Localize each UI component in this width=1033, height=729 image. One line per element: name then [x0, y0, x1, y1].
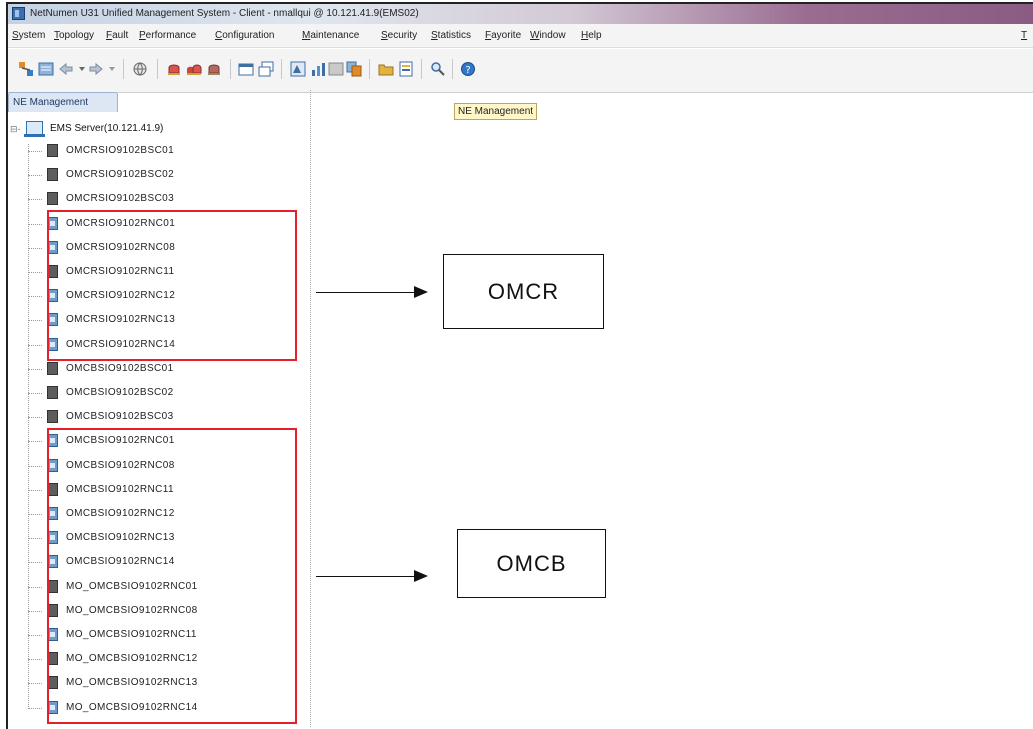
- tree-node-label: OMCRSIO9102BSC03: [66, 193, 175, 205]
- toolbar-separator: [281, 59, 282, 79]
- topology-icon[interactable]: [18, 61, 34, 77]
- tree-branch-line: [28, 538, 42, 540]
- ne-device-icon: [47, 361, 58, 375]
- tree-branch-line: [28, 562, 42, 564]
- folder-icon[interactable]: [378, 61, 394, 77]
- alarm-history-icon[interactable]: [206, 61, 222, 77]
- tree-node-label: OMCBSIO9102BSC01: [66, 362, 174, 374]
- tree-branch-line: [28, 344, 42, 346]
- toolbar-separator: [123, 59, 124, 79]
- tree-node-label: OMCRSIO9102BSC01: [66, 145, 175, 156]
- tree-branch-line: [28, 272, 42, 273]
- pane-splitter[interactable]: [310, 90, 311, 727]
- tree-branch-line: [28, 683, 42, 685]
- tree-branch-line: [28, 707, 42, 709]
- highlight-box-omcb: [47, 428, 297, 724]
- menu-fault[interactable]: Fault: [106, 30, 128, 41]
- tree-branch-line: [28, 465, 42, 467]
- toolbar-tooltip: NE Management: [454, 103, 538, 120]
- tree-branch-line: [28, 175, 42, 177]
- report-icon[interactable]: [398, 61, 414, 77]
- ne-device-icon: [47, 168, 58, 182]
- menu-statistics[interactable]: Statistics: [431, 30, 471, 41]
- toolbar-separator: [452, 59, 453, 79]
- alarm-group-icon[interactable]: [186, 61, 202, 77]
- dropdown-arrow-icon[interactable]: [104, 61, 120, 77]
- tree-branch-line: [28, 247, 42, 249]
- highlight-box-omcr: [47, 210, 297, 361]
- menu-bar: System Topology Fault Performance Config…: [8, 24, 1033, 48]
- globe-icon[interactable]: [132, 61, 148, 77]
- tab-ne-management[interactable]: NE Management: [8, 92, 118, 112]
- toolbar-separator: [421, 59, 422, 79]
- tree-branch-line: [28, 610, 42, 612]
- callout-omcr: OMCR: [443, 254, 604, 329]
- toolbar: ?: [8, 49, 1033, 93]
- tree-branch-line: [28, 489, 42, 491]
- server-icon: [24, 121, 45, 137]
- arrow-omcb-head: [414, 570, 428, 582]
- tree-branch-line: [28, 635, 42, 636]
- tree-connector: [28, 144, 29, 709]
- ne-device-icon: [47, 386, 58, 399]
- arrow-omcr-head: [414, 286, 428, 298]
- menu-maintenance[interactable]: Maintenance: [302, 30, 359, 41]
- menu-topology[interactable]: Topology: [54, 30, 94, 41]
- toolbar-separator: [230, 59, 231, 79]
- callout-omcb: OMCB: [457, 529, 606, 598]
- tree-node-label: OMCBSIO9102BSC02: [66, 387, 174, 398]
- table-icon[interactable]: [328, 61, 344, 77]
- toolbar-separator: [157, 59, 158, 79]
- svg-text:?: ?: [465, 65, 470, 76]
- menu-configuration[interactable]: Configuration: [215, 30, 275, 41]
- menu-help[interactable]: Help: [581, 30, 602, 41]
- help-icon[interactable]: ?: [460, 61, 476, 77]
- tree-branch-line: [28, 199, 42, 201]
- arrow-omcb-line: [316, 576, 416, 577]
- menu-window[interactable]: Window: [530, 30, 566, 41]
- tree-branch-line: [28, 223, 42, 225]
- tree-branch-line: [28, 368, 42, 370]
- tab-label: NE Management: [13, 97, 89, 108]
- tree-branch-line: [28, 417, 42, 419]
- menu-favorite[interactable]: Fayorite: [485, 30, 521, 41]
- tree-branch-line: [28, 659, 42, 661]
- menu-performance[interactable]: Performance: [139, 30, 196, 41]
- window-restore-icon[interactable]: [258, 61, 274, 77]
- menu-security[interactable]: Security: [381, 30, 417, 41]
- chart-icon[interactable]: [310, 61, 326, 77]
- tree-root-label: EMS Server(10.121.41.9): [50, 123, 164, 134]
- alarm-icon[interactable]: [166, 61, 182, 77]
- tree-branch-line: [28, 514, 42, 515]
- tree-branch-line: [28, 393, 42, 394]
- search-icon[interactable]: [430, 61, 446, 77]
- menu-overflow[interactable]: T: [1021, 30, 1027, 41]
- arrow-omcr-line: [316, 292, 416, 293]
- menu-system[interactable]: System: [12, 30, 45, 41]
- title-bar: NetNumen U31 Unified Management System -…: [8, 4, 1033, 24]
- tree-branch-line: [28, 586, 42, 588]
- forward-arrow-icon[interactable]: [88, 61, 104, 77]
- copy-icon[interactable]: [346, 61, 362, 77]
- tree-branch-line: [28, 441, 42, 443]
- tree-node-label: OMCBSIO9102BSC03: [66, 411, 174, 423]
- config-icon[interactable]: [290, 61, 306, 77]
- ne-device-icon: [47, 144, 58, 157]
- back-arrow-icon[interactable]: [58, 61, 74, 77]
- window-icon[interactable]: [238, 61, 254, 77]
- tree-node-label: OMCRSIO9102BSC02: [66, 169, 175, 181]
- tree-branch-line: [28, 296, 42, 298]
- collapse-icon[interactable]: ⊟-: [10, 124, 21, 135]
- tree-branch-line: [28, 151, 42, 152]
- toolbar-separator: [369, 59, 370, 79]
- list-icon[interactable]: [38, 61, 54, 77]
- window-title: NetNumen U31 Unified Management System -…: [30, 8, 419, 19]
- app-icon: [12, 7, 25, 20]
- ne-device-icon: [47, 192, 58, 206]
- tree-branch-line: [28, 320, 42, 322]
- ne-device-icon: [47, 410, 58, 424]
